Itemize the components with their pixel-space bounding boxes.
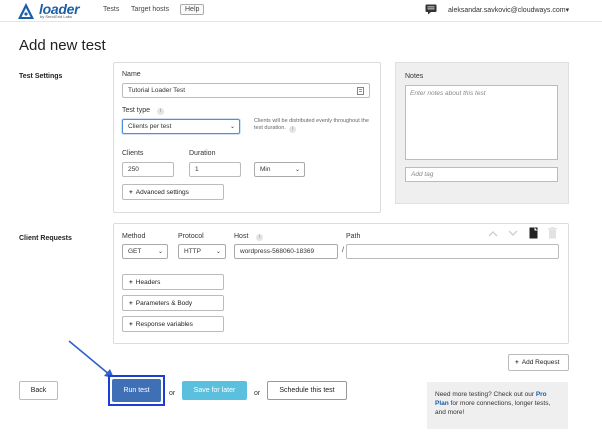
chevron-up-icon[interactable] — [488, 230, 498, 237]
back-label: Back — [30, 387, 47, 394]
page-title: Add new test — [19, 37, 106, 54]
plus-icon: + — [129, 279, 133, 286]
path-slash: / — [342, 247, 344, 254]
or-text-2: or — [254, 390, 261, 397]
advanced-settings-button[interactable]: + Advanced settings — [122, 184, 224, 200]
nav-help-button[interactable]: Help — [180, 4, 205, 15]
chevron-down-icon[interactable] — [508, 230, 518, 237]
parameters-body-label: Parameters & Body — [135, 300, 193, 307]
copy-icon[interactable] — [529, 227, 538, 239]
protocol-label: Protocol — [178, 233, 204, 240]
test-name-input[interactable]: Tutorial Loader Test — [122, 83, 370, 98]
top-nav: loader by SendGrid Labs Tests Target hos… — [0, 0, 602, 22]
schedule-test-button[interactable]: Schedule this test — [267, 381, 347, 400]
test-type-value: Clients per test — [128, 123, 172, 130]
duration-value: 1 — [195, 166, 199, 173]
host-value: wordpress-568060-18369 — [240, 248, 315, 255]
protocol-value: HTTP — [184, 248, 201, 255]
notes-label: Notes — [405, 73, 424, 80]
host-info-icon[interactable]: i — [256, 234, 263, 241]
test-type-info-icon[interactable]: i — [157, 108, 164, 115]
test-settings-heading: Test Settings — [19, 73, 63, 80]
test-type-label: Test type — [122, 107, 151, 114]
response-variables-button[interactable]: + Response variables — [122, 316, 224, 332]
notes-panel: Notes Enter notes about this test Add ta… — [395, 62, 569, 204]
chevron-down-icon: ⌄ — [157, 249, 163, 255]
save-for-later-button[interactable]: Save for later — [182, 381, 247, 400]
back-button[interactable]: Back — [19, 381, 58, 400]
test-type-select[interactable]: Clients per test ⌄ — [122, 119, 240, 134]
nav-tests-link[interactable]: Tests — [103, 6, 119, 13]
duration-unit-select[interactable]: Min ⌄ — [254, 162, 305, 177]
clients-value: 250 — [128, 166, 139, 173]
plus-icon: + — [129, 189, 133, 196]
duration-unit-value: Min — [260, 166, 271, 173]
path-input[interactable] — [346, 244, 559, 259]
run-test-label: Run test — [123, 387, 150, 394]
hint-info-icon[interactable]: i — [289, 126, 297, 133]
add-tag-placeholder: Add tag — [411, 171, 434, 178]
duration-label: Duration — [189, 150, 216, 157]
test-settings-panel: Name Tutorial Loader Test Test type i Cl… — [113, 62, 381, 213]
advanced-settings-label: Advanced settings — [135, 189, 189, 196]
user-menu[interactable]: aleksandar.savkovic@cloudways.com▾ — [448, 6, 569, 14]
add-request-label: Add Request — [521, 359, 560, 366]
duration-input[interactable]: 1 — [189, 162, 241, 177]
chevron-down-icon: ▾ — [565, 7, 570, 14]
user-email: aleksandar.savkovic@cloudways.com — [448, 7, 566, 14]
chevron-down-icon: ⌄ — [215, 249, 221, 255]
method-label: Method — [122, 233, 146, 240]
notes-placeholder: Enter notes about this test — [410, 90, 486, 97]
add-tag-input[interactable]: Add tag — [405, 167, 558, 182]
schedule-test-label: Schedule this test — [279, 387, 335, 394]
run-test-button[interactable]: Run test — [112, 379, 161, 402]
chevron-down-icon: ⌄ — [294, 167, 300, 173]
trash-icon[interactable] — [548, 227, 557, 239]
method-value: GET — [128, 248, 142, 255]
notes-textarea[interactable]: Enter notes about this test — [405, 85, 558, 160]
headers-label: Headers — [135, 279, 161, 286]
name-label: Name — [122, 71, 141, 78]
test-type-hint-text: Clients will be distributed evenly throu… — [254, 118, 369, 131]
add-request-button[interactable]: + Add Request — [508, 354, 569, 371]
clients-input[interactable]: 250 — [122, 162, 174, 177]
host-select[interactable]: wordpress-568060-18369 — [234, 244, 338, 259]
promo-text-after: for more connections, longer tests, and … — [435, 400, 551, 416]
response-variables-label: Response variables — [135, 321, 193, 328]
client-requests-heading: Client Requests — [19, 235, 72, 242]
path-label: Path — [346, 233, 361, 240]
logo-subtitle: by SendGrid Labs — [40, 14, 73, 19]
method-select[interactable]: GET ⌄ — [122, 244, 168, 259]
plus-icon: + — [129, 321, 133, 328]
plus-icon: + — [129, 300, 133, 307]
plus-icon: + — [515, 359, 519, 366]
save-for-later-label: Save for later — [193, 387, 236, 394]
chevron-down-icon: ⌄ — [229, 124, 235, 130]
loader-logo[interactable]: loader by SendGrid Labs — [17, 1, 80, 20]
logo-triangle-icon — [18, 3, 34, 19]
protocol-select[interactable]: HTTP ⌄ — [178, 244, 226, 259]
or-text-1: or — [169, 390, 176, 397]
contact-card-icon — [357, 87, 364, 95]
chat-icon[interactable] — [425, 4, 437, 15]
client-requests-panel: Method GET ⌄ Protocol HTTP ⌄ Host i word… — [113, 223, 569, 344]
headers-button[interactable]: + Headers — [122, 274, 224, 290]
promo-text-before: Need more testing? Check out our — [435, 391, 534, 398]
test-name-value: Tutorial Loader Test — [128, 87, 186, 94]
parameters-body-button[interactable]: + Parameters & Body — [122, 295, 224, 311]
host-label: Host — [234, 233, 249, 240]
test-type-hint: Clients will be distributed evenly throu… — [254, 118, 374, 133]
clients-label: Clients — [122, 150, 144, 157]
pro-plan-promo: Need more testing? Check out our Pro Pla… — [427, 382, 568, 429]
nav-target-hosts-link[interactable]: Target hosts — [131, 6, 169, 13]
